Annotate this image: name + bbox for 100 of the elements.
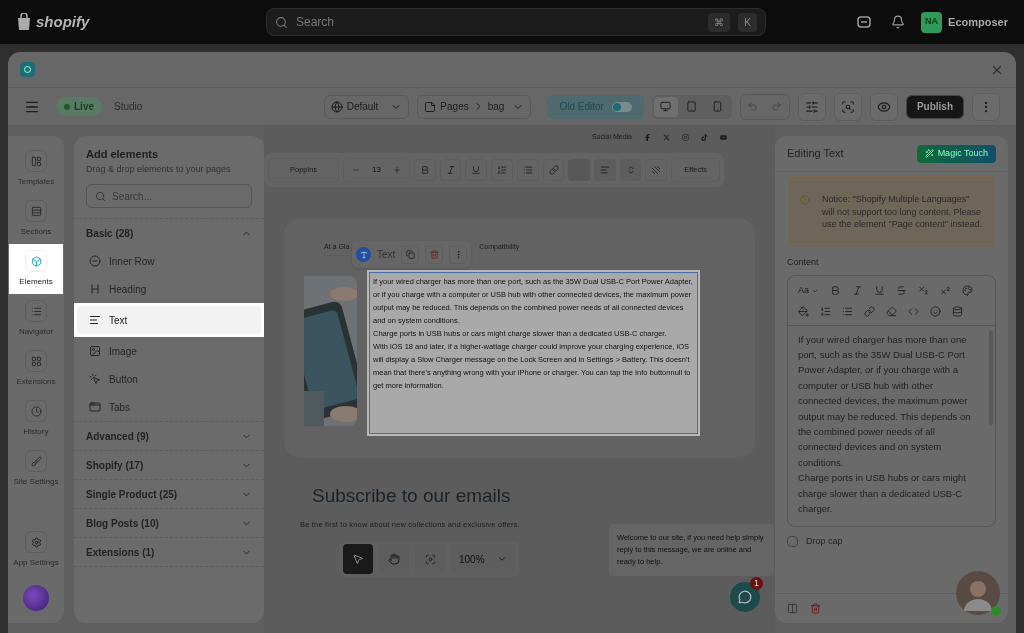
- pointer-square-icon: [89, 373, 101, 385]
- phone-icon: [712, 101, 724, 112]
- element-item[interactable]: Image: [77, 337, 261, 365]
- font-size-value[interactable]: 13: [372, 164, 381, 176]
- brush-icon: [25, 450, 47, 472]
- delete-button[interactable]: [425, 245, 444, 264]
- category-header[interactable]: Shopify (17): [74, 451, 264, 479]
- youtube-icon[interactable]: [720, 134, 727, 141]
- code-icon[interactable]: [908, 305, 919, 317]
- tiktok-icon[interactable]: [701, 134, 708, 141]
- notification-badge: 1: [750, 577, 763, 590]
- magic-touch-button[interactable]: Magic Touch: [916, 144, 996, 163]
- more-button[interactable]: [449, 245, 468, 264]
- selected-text-block[interactable]: [369, 271, 698, 434]
- pointer-icon: [352, 553, 364, 565]
- bullet-list-icon[interactable]: [842, 305, 853, 317]
- scan-search-icon: [840, 99, 855, 114]
- preview-button[interactable]: [869, 92, 898, 121]
- font-size-menu[interactable]: Aa: [798, 284, 819, 298]
- category-header[interactable]: Single Product (25): [74, 480, 264, 508]
- page-dropdown[interactable]: Pages bag: [417, 94, 532, 119]
- link-button[interactable]: [542, 159, 565, 181]
- line-height-button[interactable]: [619, 159, 642, 181]
- delete-icon[interactable]: [810, 603, 821, 614]
- more-button[interactable]: [972, 92, 1000, 121]
- underline-icon: [471, 165, 482, 175]
- align-button[interactable]: [594, 159, 616, 181]
- page-icon: [424, 100, 437, 113]
- publish-button[interactable]: Publish: [905, 94, 964, 119]
- paragraph: If your wired charger has more than one port, such as the 35W Dual USB-C Port Power Adapter, or if you charge with a computer or USB hub with other connected devices, the maximum power output may be reduced. This depends on the combined power needs of all connected devices and on system conditions.: [798, 332, 972, 470]
- texture-button[interactable]: [645, 159, 668, 181]
- strikethrough-icon[interactable]: [896, 285, 907, 297]
- nav-item[interactable]: App Settings: [13, 527, 59, 573]
- link-icon[interactable]: [864, 305, 875, 317]
- element-item[interactable]: Heading: [77, 275, 261, 303]
- undo-icon: [747, 101, 759, 112]
- facebook-icon[interactable]: [644, 134, 651, 141]
- numbered-list-icon[interactable]: [820, 305, 831, 317]
- eraser-icon[interactable]: [886, 305, 897, 317]
- language-dropdown[interactable]: Default: [323, 94, 410, 119]
- numbered-list-button[interactable]: [491, 159, 513, 181]
- orb-icon[interactable]: [23, 585, 49, 611]
- italic-button[interactable]: [439, 159, 462, 181]
- paint-bucket-icon[interactable]: [798, 305, 809, 317]
- element-item[interactable]: Inner Row: [77, 247, 261, 275]
- globe-icon: [330, 100, 343, 113]
- drop-cap-checkbox[interactable]: [787, 535, 798, 547]
- columns-icon[interactable]: [787, 603, 798, 614]
- nav-item[interactable]: Elements: [9, 244, 63, 294]
- palette-icon[interactable]: [962, 285, 973, 297]
- pointer-tool[interactable]: [343, 544, 373, 574]
- clock-icon: [25, 400, 47, 422]
- align-left-icon: [599, 165, 610, 175]
- search-field[interactable]: Search ⌘ K: [266, 8, 766, 36]
- inspect-button[interactable]: [833, 92, 862, 121]
- minus-icon[interactable]: [352, 166, 361, 174]
- underline-icon[interactable]: [874, 285, 885, 297]
- category-header[interactable]: Blog Posts (10): [74, 509, 264, 537]
- window-icon: [89, 401, 101, 413]
- nav-item[interactable]: Navigator: [9, 294, 63, 344]
- nav-item[interactable]: History: [9, 394, 63, 444]
- instagram-icon[interactable]: [682, 134, 689, 141]
- element-item[interactable]: Tabs: [77, 393, 261, 421]
- smile-icon[interactable]: [930, 305, 941, 317]
- italic-icon[interactable]: [852, 285, 863, 297]
- database-icon[interactable]: [952, 305, 963, 317]
- bold-button[interactable]: [413, 159, 436, 181]
- category-header[interactable]: Basic (28): [74, 219, 264, 247]
- superscript-icon[interactable]: [940, 285, 951, 297]
- notice-text: Notice: "Shopify Multiple Languages" will not support too long content. Please use the element "Page content" instead.: [822, 193, 983, 231]
- copy-icon: [405, 250, 415, 259]
- duplicate-button[interactable]: [401, 245, 420, 264]
- chevron-down-icon: [496, 554, 507, 564]
- nav-item[interactable]: Sections: [9, 194, 63, 244]
- bold-icon[interactable]: [830, 285, 841, 297]
- notification-icon[interactable]: [891, 15, 906, 29]
- desktop-icon: [660, 101, 672, 112]
- store-name[interactable]: Ecomposer: [948, 13, 1008, 31]
- avatar[interactable]: NA: [921, 11, 943, 33]
- chat-button[interactable]: [730, 582, 760, 612]
- device-button[interactable]: [653, 96, 678, 117]
- underline-button[interactable]: [465, 159, 488, 181]
- nav-item[interactable]: Templates: [9, 144, 63, 194]
- x-icon[interactable]: [663, 134, 670, 141]
- store-icon[interactable]: [857, 15, 872, 29]
- plus-icon[interactable]: [392, 166, 401, 174]
- link-icon: [548, 165, 559, 175]
- element-item[interactable]: Button: [77, 365, 261, 393]
- element-item[interactable]: Text: [77, 306, 261, 334]
- eye-icon: [876, 99, 891, 114]
- category-header[interactable]: Advanced (9): [74, 422, 264, 450]
- text-lines-icon: [89, 314, 101, 326]
- bullet-list-button[interactable]: [516, 159, 539, 181]
- settings-button[interactable]: [797, 92, 826, 121]
- category-header[interactable]: Extensions (1): [74, 538, 264, 566]
- avatar[interactable]: [956, 571, 1004, 619]
- shortcut-key: ⌘: [708, 12, 731, 32]
- chat-icon: [738, 590, 752, 604]
- shopify-logo[interactable]: shopify: [36, 10, 90, 34]
- subscript-icon[interactable]: [918, 285, 929, 297]
